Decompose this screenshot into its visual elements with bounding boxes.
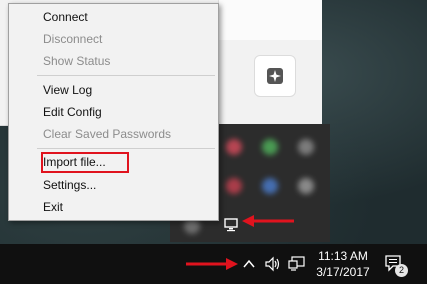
notification-count-badge: 2 [395, 264, 408, 277]
sparkle-button[interactable] [254, 55, 296, 97]
context-menu: Connect Disconnect Show Status View Log … [8, 3, 219, 221]
annotation-arrow-tray [242, 215, 294, 227]
vpn-monitor-icon[interactable] [224, 218, 238, 232]
tray-icon-gray-1[interactable] [298, 139, 314, 155]
menu-item-exit[interactable]: Exit [9, 196, 218, 218]
speaker-icon[interactable] [264, 256, 282, 272]
clock-time: 11:13 AM [318, 249, 368, 263]
menu-item-edit-config[interactable]: Edit Config [9, 101, 218, 123]
menu-item-show-status: Show Status [43, 54, 111, 68]
taskbar: 11:13 AM 3/17/2017 2 [0, 244, 427, 284]
window-header-area [219, 0, 322, 40]
tray-icon-red-1[interactable] [226, 139, 242, 155]
network-icon[interactable] [288, 256, 306, 272]
menu-item-view-log[interactable]: View Log [9, 79, 218, 101]
tray-icon-gray-2[interactable] [298, 178, 314, 194]
clock[interactable]: 11:13 AM 3/17/2017 [310, 248, 376, 280]
highlight-box [41, 152, 129, 173]
annotation-arrow-taskbar [186, 258, 238, 270]
menu-separator [37, 75, 215, 76]
menu-item-connect[interactable]: Connect [9, 6, 218, 28]
tray-icon-blue[interactable] [262, 178, 278, 194]
sparkle-icon [267, 68, 283, 84]
tray-icon-green[interactable] [262, 139, 278, 155]
tray-icon-red-2[interactable] [226, 178, 242, 194]
chevron-up-icon[interactable] [242, 257, 256, 271]
menu-item-disconnect: Disconnect [43, 32, 103, 46]
menu-item-clear-saved-passwords: Clear Saved Passwords [43, 127, 172, 141]
menu-item-settings[interactable]: Settings... [9, 174, 218, 196]
clock-date: 3/17/2017 [316, 265, 370, 279]
menu-separator [37, 148, 215, 149]
